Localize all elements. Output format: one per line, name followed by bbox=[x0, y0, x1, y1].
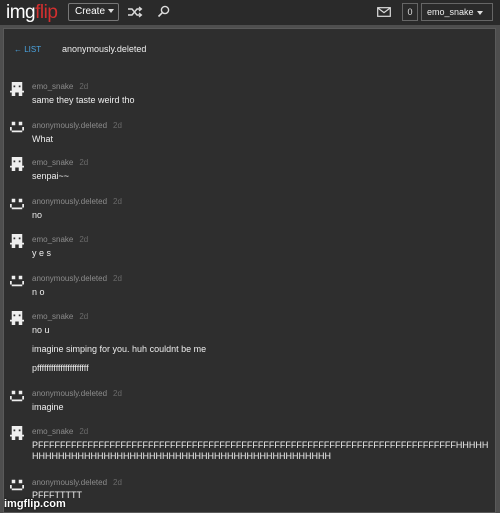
smiley-icon bbox=[10, 275, 24, 287]
create-label: Create bbox=[75, 6, 106, 17]
robot-icon bbox=[10, 82, 24, 96]
message-author[interactable]: emo_snake 2d bbox=[32, 235, 88, 244]
logo-flip-text: flip bbox=[35, 2, 58, 23]
message-author[interactable]: emo_snake 2d bbox=[32, 82, 88, 91]
chevron-down-icon bbox=[108, 9, 115, 14]
robot-icon bbox=[10, 426, 24, 440]
back-to-list-link[interactable]: ← LIST bbox=[14, 45, 41, 54]
message-text: no bbox=[32, 210, 43, 220]
message-text: imagine simping for you. huh couldnt be … bbox=[32, 344, 207, 354]
shuffle-icon[interactable] bbox=[127, 6, 143, 18]
notification-count[interactable]: 0 bbox=[402, 3, 418, 21]
message-author[interactable]: emo_snake 2d bbox=[32, 427, 88, 436]
message-age: 2d bbox=[79, 82, 89, 91]
smiley-icon bbox=[10, 198, 24, 210]
message-age: 2d bbox=[113, 274, 122, 283]
message-author[interactable]: emo_snake 2d bbox=[32, 158, 88, 167]
message-author[interactable]: anonymously.deleted 2d bbox=[32, 121, 122, 130]
imgflip-logo[interactable]: imgflip bbox=[6, 2, 58, 24]
message-age: 2d bbox=[113, 121, 122, 130]
message-text: y e s bbox=[32, 248, 52, 258]
robot-icon bbox=[10, 234, 24, 248]
message-author[interactable]: anonymously.deleted 2d bbox=[32, 389, 122, 398]
chevron-down-icon bbox=[476, 10, 483, 15]
message-author[interactable]: emo_snake 2d bbox=[32, 312, 88, 321]
message-text: PFFFFFFFFFFFFFFFFFFFFFFFFFFFFFFFFFFFFFFF… bbox=[32, 440, 489, 461]
logo-img-text: img bbox=[6, 2, 36, 23]
message-text: same they taste weird tho bbox=[32, 95, 135, 105]
mail-icon[interactable] bbox=[377, 7, 391, 17]
message-age: 2d bbox=[79, 312, 89, 321]
message-text: imagine bbox=[32, 402, 64, 412]
smiley-icon bbox=[10, 121, 24, 133]
message-text: n o bbox=[32, 287, 45, 297]
username-label: emo_snake bbox=[427, 7, 474, 17]
message-age: 2d bbox=[79, 158, 89, 167]
create-menu-button[interactable]: Create bbox=[68, 3, 119, 21]
message-age: 2d bbox=[79, 427, 89, 436]
message-age: 2d bbox=[79, 235, 89, 244]
smiley-icon bbox=[10, 479, 24, 491]
message-text: senpai~~ bbox=[32, 171, 70, 181]
message-age: 2d bbox=[113, 389, 122, 398]
message-text: no u bbox=[32, 325, 50, 335]
conversation-title: anonymously.deleted bbox=[62, 44, 147, 54]
message-age: 2d bbox=[113, 197, 122, 206]
user-menu-button[interactable]: emo_snake bbox=[421, 3, 493, 21]
robot-icon bbox=[10, 311, 24, 325]
search-icon[interactable] bbox=[157, 5, 170, 18]
top-nav-bar: imgflip Create 0 emo_snake bbox=[0, 0, 500, 25]
robot-icon bbox=[10, 157, 24, 171]
message-author[interactable]: anonymously.deleted 2d bbox=[32, 197, 122, 206]
message-text: pffffffffffffffffffffff bbox=[32, 363, 89, 373]
smiley-icon bbox=[10, 390, 24, 402]
message-author[interactable]: anonymously.deleted 2d bbox=[32, 274, 122, 283]
message-text: What bbox=[32, 134, 54, 144]
message-age: 2d bbox=[113, 478, 122, 487]
message-author[interactable]: anonymously.deleted 2d bbox=[32, 478, 122, 487]
imgflip-watermark: imgflip.com bbox=[4, 498, 66, 510]
